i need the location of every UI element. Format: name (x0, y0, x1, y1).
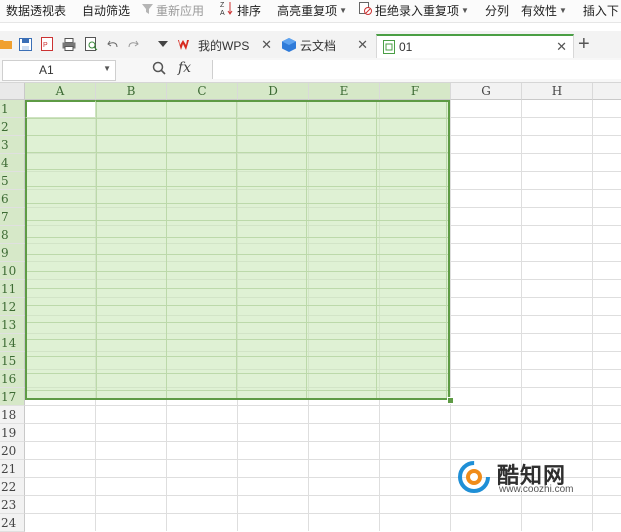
tab-label: 云文档 (300, 38, 337, 53)
row-header[interactable]: 24 (0, 514, 25, 532)
watermark-url: www.coozhi.com (499, 484, 574, 495)
column-header-a[interactable]: A (25, 83, 96, 100)
chevron-down-icon[interactable]: ▼ (103, 64, 111, 73)
row-header[interactable]: 16 (0, 370, 25, 388)
auto-filter-label: 自动筛选 (82, 4, 131, 18)
site-watermark: 酷知网 www.coozhi.com (455, 456, 597, 500)
search-function-icon[interactable] (152, 61, 166, 78)
ribbon-toolbar: 数据透视表 自动筛选 重新应用 ZA 排序 高亮重复项 ▼ 拒绝录入重复项 ▼ 分列… (0, 0, 621, 23)
close-icon[interactable]: ✕ (556, 39, 567, 55)
sort-button[interactable]: ZA 排序 (214, 0, 267, 22)
column-header-partial[interactable] (593, 83, 621, 100)
sort-az-icon: ZA (220, 0, 234, 22)
close-icon[interactable]: ✕ (357, 37, 368, 53)
row-header[interactable]: 20 (0, 442, 25, 460)
dropdown-caret-icon: ▼ (339, 6, 347, 15)
select-all-corner[interactable] (0, 83, 25, 100)
row-header[interactable]: 6 (0, 190, 25, 208)
column-header-e[interactable]: E (309, 83, 380, 100)
row-header[interactable]: 23 (0, 496, 25, 514)
row-header[interactable]: 15 (0, 352, 25, 370)
spreadsheet-file-icon (383, 40, 395, 54)
validation-button[interactable]: 有效性 ▼ (515, 0, 573, 22)
print-icon[interactable] (60, 34, 78, 54)
row-header[interactable]: 11 (0, 280, 25, 298)
row-header[interactable]: 21 (0, 460, 25, 478)
row-header[interactable]: 3 (0, 136, 25, 154)
column-header-h[interactable]: H (522, 83, 593, 100)
row-header[interactable]: 17 (0, 388, 25, 406)
insert-dropdown-button[interactable]: 插入下 (577, 0, 621, 22)
row-header[interactable]: 14 (0, 334, 25, 352)
coozhi-logo-icon (457, 460, 491, 497)
insert-dropdown-label: 插入下 (582, 4, 619, 18)
formula-input[interactable] (212, 60, 621, 79)
row-header[interactable]: 19 (0, 424, 25, 442)
active-cell[interactable] (25, 100, 96, 118)
row-header[interactable]: 18 (0, 406, 25, 424)
selected-range-gridlines (27, 102, 448, 398)
row-header[interactable]: 9 (0, 244, 25, 262)
formula-bar: A1 ▼ fx (0, 58, 621, 83)
pivot-table-label: 数据透视表 (6, 4, 67, 18)
dropdown-caret-icon: ▼ (558, 6, 567, 15)
row-header[interactable]: 12 (0, 298, 25, 316)
reject-duplicates-label: 拒绝录入重复项 (375, 4, 460, 18)
print-preview-icon[interactable] (82, 34, 100, 54)
svg-text:P: P (43, 42, 48, 49)
selected-range[interactable] (25, 100, 450, 400)
column-header-b[interactable]: B (96, 83, 167, 100)
column-header-g[interactable]: G (451, 83, 522, 100)
tab-my-wps[interactable]: 我的WPS ✕ (178, 34, 278, 56)
column-header-f[interactable]: F (380, 83, 451, 100)
name-box[interactable]: A1 ▼ (2, 60, 116, 81)
tab-cloud-docs[interactable]: 云文档 ✕ (282, 34, 374, 56)
row-header[interactable]: 13 (0, 316, 25, 334)
wps-logo-icon (178, 39, 194, 51)
tab-label: 01 (399, 40, 413, 54)
row-header[interactable]: 5 (0, 172, 25, 190)
column-header-c[interactable]: C (167, 83, 238, 100)
close-icon[interactable]: ✕ (261, 37, 272, 53)
export-pdf-icon[interactable]: P (38, 34, 56, 54)
save-icon[interactable] (16, 34, 34, 54)
highlight-duplicates-button[interactable]: 高亮重复项 ▼ (271, 0, 353, 22)
reapply-button[interactable]: 重新应用 (136, 0, 210, 22)
tab-bar: P 我的WPS ✕ 云文档 ✕ 01 ✕ + (0, 31, 621, 59)
row-header[interactable]: 22 (0, 478, 25, 496)
row-header[interactable]: 4 (0, 154, 25, 172)
validation-label: 有效性 (520, 4, 557, 18)
row-header[interactable]: 1 (0, 100, 25, 118)
customize-toolbar-icon[interactable] (154, 34, 172, 54)
tab-workbook-01[interactable]: 01 ✕ (376, 34, 574, 58)
reject-entry-icon (359, 1, 372, 21)
reapply-label: 重新应用 (156, 4, 205, 18)
filter-funnel-icon (142, 1, 154, 21)
new-tab-plus-icon[interactable]: + (578, 33, 590, 55)
dropdown-caret-icon: ▼ (461, 6, 469, 15)
column-header-d[interactable]: D (238, 83, 309, 100)
sort-label: 排序 (237, 4, 262, 18)
row-header[interactable]: 8 (0, 226, 25, 244)
highlight-duplicates-label: 高亮重复项 (277, 4, 338, 18)
open-folder-icon[interactable] (0, 34, 14, 54)
row-header[interactable]: 7 (0, 208, 25, 226)
insert-function-button[interactable]: fx (178, 60, 191, 76)
row-header[interactable]: 2 (0, 118, 25, 136)
fill-handle[interactable] (447, 397, 454, 404)
reject-duplicates-button[interactable]: 拒绝录入重复项 ▼ (353, 0, 475, 22)
text-to-columns-button[interactable]: 分列 (479, 0, 515, 22)
undo-icon[interactable] (104, 34, 122, 54)
cloud-docs-icon (282, 38, 296, 52)
pivot-table-button[interactable]: 数据透视表 (0, 0, 72, 22)
tab-label: 我的WPS (198, 38, 250, 53)
svg-text:Z: Z (220, 2, 225, 9)
cell-reference: A1 (39, 63, 54, 77)
redo-icon[interactable] (124, 34, 142, 54)
text-to-columns-label: 分列 (484, 4, 509, 18)
svg-text:A: A (220, 10, 225, 16)
row-header[interactable]: 10 (0, 262, 25, 280)
auto-filter-button[interactable]: 自动筛选 (76, 0, 136, 22)
